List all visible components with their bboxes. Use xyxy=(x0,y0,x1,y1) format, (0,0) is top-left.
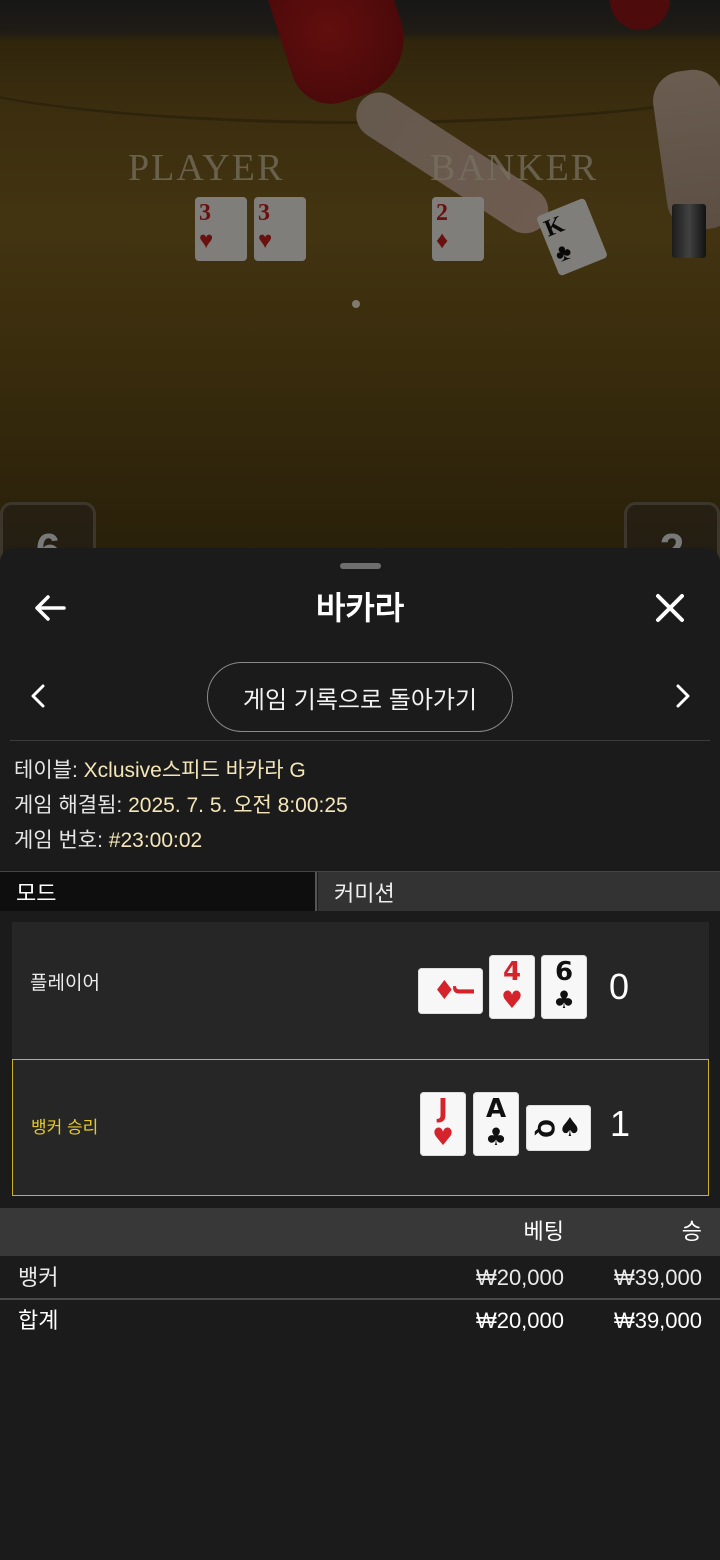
win-amount: ₩39,000 xyxy=(613,1265,702,1290)
win-column-header: 승 xyxy=(681,1219,702,1244)
resolved-value: 2025. 7. 5. 오전 8:00:25 xyxy=(128,794,348,817)
banker-card-1: J ♥ xyxy=(420,1092,466,1156)
card-rank: 4 xyxy=(502,957,522,987)
card-rank: J xyxy=(438,1094,448,1124)
table-row-total: 합계 ₩20,000 ₩39,000 xyxy=(0,1300,720,1342)
next-game-button[interactable] xyxy=(665,678,701,714)
card-rank: A xyxy=(485,1094,507,1124)
tab-commission[interactable]: 커미션 xyxy=(318,872,720,911)
game-detail-sheet: 바카라 게임 기록으로 돌아가기 테이블: Xclusive스피드 바카라 G … xyxy=(0,548,720,1560)
close-button[interactable] xyxy=(646,584,694,632)
live-video-feed: PLAYER BANKER 3 ♥ 3 ♥ 2 ♦ K ♣ 6 2 xyxy=(0,0,720,560)
previous-game-button[interactable] xyxy=(20,678,56,714)
card-suit: ♣ xyxy=(553,986,575,1014)
player-card-2: 4 ♥ xyxy=(489,955,535,1019)
back-to-history-button[interactable]: 게임 기록으로 돌아가기 xyxy=(207,662,513,732)
player-hand-row: 플레이어 ♦ J 4 ♥ 6 ♣ 0 xyxy=(12,922,709,1059)
card-suit: ♥ xyxy=(432,1123,454,1151)
banker-total-score: 1 xyxy=(610,1103,631,1144)
video-dim-overlay xyxy=(0,0,720,560)
mode-tabs: 모드 커미션 xyxy=(0,871,720,911)
banker-card-3: Q ♠ xyxy=(526,1105,591,1151)
player-label: 플레이어 xyxy=(30,973,100,994)
table-row: 뱅커 ₩20,000 ₩39,000 xyxy=(0,1257,720,1299)
bet-name: 뱅커 xyxy=(18,1265,59,1290)
card-suit: ♥ xyxy=(501,986,523,1014)
table-info: 테이블: Xclusive스피드 바카라 G xyxy=(14,758,306,784)
table-value: Xclusive스피드 바카라 G xyxy=(83,759,306,782)
card-rank: Q xyxy=(532,1118,558,1138)
player-card-3: 6 ♣ xyxy=(541,955,587,1019)
player-total-score: 0 xyxy=(609,966,630,1007)
close-icon xyxy=(656,594,684,622)
bet-column-header: 베팅 xyxy=(523,1219,564,1244)
game-number-value: #23:00:02 xyxy=(108,829,203,852)
chevron-right-icon xyxy=(676,684,690,708)
bets-table-header: 베팅 승 xyxy=(0,1208,720,1256)
chevron-left-icon xyxy=(31,684,45,708)
card-suit: ♣ xyxy=(485,1123,507,1151)
table-key: 테이블: xyxy=(14,759,84,782)
game-number-info: 게임 번호: #23:00:02 xyxy=(14,828,202,854)
resolved-info: 게임 해결됨: 2025. 7. 5. 오전 8:00:25 xyxy=(14,793,348,819)
card-rank: J xyxy=(451,986,477,996)
banker-win-label: 뱅커 승리 xyxy=(31,1118,99,1137)
sheet-title: 바카라 xyxy=(315,590,405,626)
card-rank: 6 xyxy=(554,957,574,987)
total-win-amount: ₩39,000 xyxy=(613,1308,702,1333)
banker-hand-row: 뱅커 승리 J ♥ A ♣ Q ♠ 1 xyxy=(12,1059,709,1196)
player-card-1: ♦ J xyxy=(418,968,483,1014)
total-label: 합계 xyxy=(18,1308,59,1333)
tab-mode[interactable]: 모드 xyxy=(0,872,317,911)
resolved-key: 게임 해결됨: xyxy=(14,794,129,817)
bet-amount: ₩20,000 xyxy=(475,1265,564,1290)
banker-card-2: A ♣ xyxy=(473,1092,519,1156)
divider xyxy=(10,740,710,741)
total-bet-amount: ₩20,000 xyxy=(475,1308,564,1333)
card-suit: ♠ xyxy=(558,1113,582,1143)
sheet-drag-handle[interactable] xyxy=(340,563,381,569)
game-number-key: 게임 번호: xyxy=(14,829,109,852)
